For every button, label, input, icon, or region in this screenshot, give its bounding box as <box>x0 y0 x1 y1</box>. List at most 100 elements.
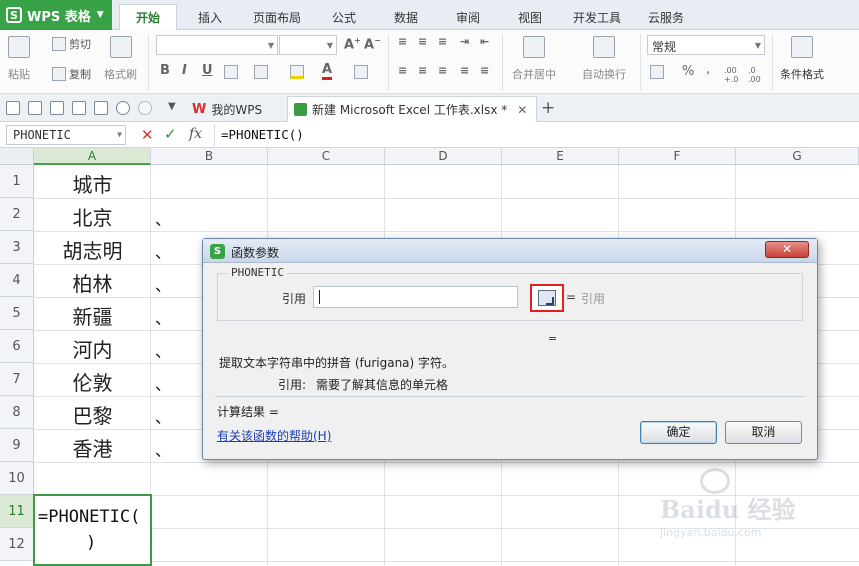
font-shrink-icon[interactable]: A− <box>364 36 381 52</box>
row-header-11[interactable]: 11 <box>0 495 34 528</box>
cell-b2[interactable]: 、 <box>155 206 171 230</box>
dialog-close-button[interactable]: ✕ <box>765 241 809 258</box>
row-header-3[interactable]: 3 <box>0 231 34 264</box>
column-header-d[interactable]: D <box>385 148 502 165</box>
ok-button[interactable]: 确定 <box>640 421 717 444</box>
cell-a3[interactable]: 胡志明 <box>34 235 151 264</box>
row-header-4[interactable]: 4 <box>0 264 34 297</box>
align-bottom-icon[interactable]: ≡ <box>438 35 447 48</box>
pdf-icon[interactable] <box>50 101 64 115</box>
bold-button[interactable]: B <box>160 63 170 78</box>
confirm-edit-icon[interactable]: ✓ <box>164 125 177 143</box>
cell-a9[interactable]: 香港 <box>34 433 151 462</box>
redo-icon[interactable] <box>138 101 152 115</box>
font-size-select[interactable]: ▼ <box>279 35 337 55</box>
save-icon[interactable] <box>28 101 42 115</box>
folder-icon[interactable] <box>6 101 20 115</box>
clear-format-button[interactable] <box>354 65 371 79</box>
cell-b3[interactable]: 、 <box>155 239 171 263</box>
percent-button[interactable]: % <box>682 64 694 79</box>
print-icon[interactable] <box>72 101 86 115</box>
justify-icon[interactable]: ≡ <box>460 64 469 77</box>
outdent-icon[interactable]: ⇤ <box>480 35 489 48</box>
undo-icon[interactable] <box>116 101 130 115</box>
tab-view[interactable]: 视图 <box>504 4 556 30</box>
copy-button[interactable]: 复制 <box>52 66 91 82</box>
cell-b8[interactable]: 、 <box>155 404 171 428</box>
align-top-icon[interactable]: ≡ <box>398 35 407 48</box>
tab-developer[interactable]: 开发工具 <box>564 4 630 30</box>
row-header-2[interactable]: 2 <box>0 198 34 231</box>
align-left-icon[interactable]: ≡ <box>398 64 407 77</box>
conditional-format-button[interactable]: 条件格式 <box>780 36 824 82</box>
cell-a7[interactable]: 伦敦 <box>34 367 151 396</box>
tab-insert[interactable]: 插入 <box>184 4 236 30</box>
cancel-button[interactable]: 取消 <box>725 421 802 444</box>
column-header-g[interactable]: G <box>736 148 859 165</box>
doc-tab-my-wps[interactable]: W 我的WPS <box>186 96 268 122</box>
cell-a8[interactable]: 巴黎 <box>34 400 151 429</box>
tab-formulas[interactable]: 公式 <box>318 4 370 30</box>
select-all-corner[interactable] <box>0 148 34 165</box>
indent-icon[interactable]: ⇥ <box>460 35 469 48</box>
cell-b5[interactable]: 、 <box>155 305 171 329</box>
row-header-8[interactable]: 8 <box>0 396 34 429</box>
column-header-a[interactable]: A <box>34 148 151 165</box>
font-name-select[interactable]: ▼ <box>156 35 278 55</box>
cell-b7[interactable]: 、 <box>155 371 171 395</box>
align-center-icon[interactable]: ≡ <box>418 64 427 77</box>
border-button[interactable] <box>224 65 241 79</box>
formula-input[interactable]: =PHONETIC() <box>214 124 854 146</box>
row-header-6[interactable]: 6 <box>0 330 34 363</box>
currency-button[interactable] <box>650 65 667 79</box>
decrease-decimal-icon[interactable]: .0.00 <box>748 66 761 84</box>
fill-pattern-button[interactable] <box>254 65 271 79</box>
row-header-7[interactable]: 7 <box>0 363 34 396</box>
column-header-f[interactable]: F <box>619 148 736 165</box>
active-cell-a11[interactable]: =PHONETIC() <box>33 494 152 566</box>
cell-b6[interactable]: 、 <box>155 338 171 362</box>
tab-review[interactable]: 审阅 <box>442 4 494 30</box>
new-tab-plus-icon[interactable]: + <box>541 98 555 118</box>
align-right-icon[interactable]: ≡ <box>438 64 447 77</box>
font-grow-icon[interactable]: A+ <box>344 36 361 52</box>
cell-b4[interactable]: 、 <box>155 272 171 296</box>
row-header-9[interactable]: 9 <box>0 429 34 462</box>
cell-a6[interactable]: 河内 <box>34 334 151 363</box>
app-menu-button[interactable]: S WPS 表格 ▼ <box>0 0 112 30</box>
cell-edit-text[interactable]: =PHONETIC() <box>38 504 152 556</box>
close-icon[interactable]: ✕ <box>517 103 527 117</box>
row-header-12[interactable]: 12 <box>0 528 34 561</box>
name-box[interactable]: PHONETIC ▼ <box>6 125 126 145</box>
print-preview-icon[interactable] <box>94 101 108 115</box>
chevron-down-icon[interactable]: ▼ <box>168 101 176 112</box>
row-header-10[interactable]: 10 <box>0 462 34 495</box>
cut-button[interactable]: 剪切 <box>52 36 91 52</box>
reference-input[interactable] <box>313 286 518 308</box>
cell-a2[interactable]: 北京 <box>34 202 151 231</box>
row-header-1[interactable]: 1 <box>0 165 34 198</box>
fill-color-button[interactable] <box>290 65 307 79</box>
column-header-c[interactable]: C <box>268 148 385 165</box>
format-painter-button[interactable]: 格式刷 <box>104 36 137 82</box>
comma-button[interactable]: ‚ <box>706 62 710 77</box>
cell-a5[interactable]: 新疆 <box>34 301 151 330</box>
number-format-select[interactable]: 常规 ▼ <box>647 35 765 55</box>
underline-button[interactable]: U <box>202 63 213 78</box>
doc-tab-workbook[interactable]: 新建 Microsoft Excel 工作表.xlsx * ✕ <box>287 96 537 122</box>
align-middle-icon[interactable]: ≡ <box>418 35 427 48</box>
column-header-e[interactable]: E <box>502 148 619 165</box>
dialog-titlebar[interactable]: S 函数参数 ✕ <box>203 239 817 263</box>
increase-decimal-icon[interactable]: .00 +.0 <box>724 66 738 84</box>
column-header-b[interactable]: B <box>151 148 268 165</box>
distribute-icon[interactable]: ≡ <box>480 64 489 77</box>
row-header-5[interactable]: 5 <box>0 297 34 330</box>
tab-data[interactable]: 数据 <box>380 4 432 30</box>
paste-button[interactable]: 粘贴 <box>8 36 30 82</box>
tab-home[interactable]: 开始 <box>119 4 177 30</box>
collapse-dialog-button[interactable] <box>530 284 564 312</box>
auto-wrap-button[interactable]: 自动换行 <box>582 36 626 82</box>
cancel-edit-icon[interactable]: ✕ <box>141 126 154 144</box>
italic-button[interactable]: I <box>182 63 187 78</box>
merge-center-button[interactable]: 合并居中 <box>512 36 556 82</box>
